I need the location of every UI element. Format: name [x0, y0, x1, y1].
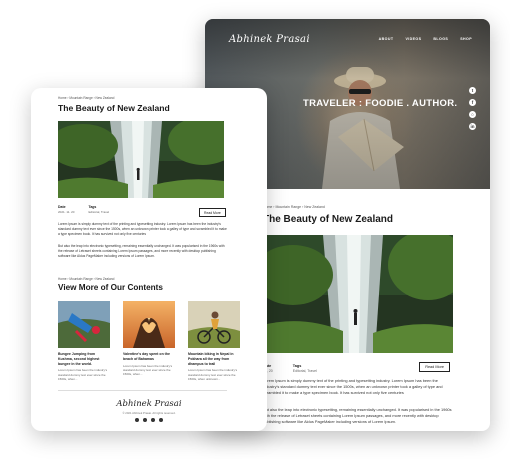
- post-meta: Date 2021. 11. 20 Tags Editorial, Travel: [58, 205, 109, 214]
- nav-blogs[interactable]: BLOGS: [433, 37, 448, 41]
- mountain-bike-photo: [188, 301, 240, 348]
- twitter-icon[interactable]: t: [469, 87, 476, 94]
- post-paragraph-2: But also the leap into electronic typese…: [263, 407, 452, 425]
- related-card[interactable]: Valentine's day spent on the beach of Ba…: [123, 301, 175, 381]
- nav-links: ABOUT VIDEOS BLOGS SHOP: [379, 37, 472, 41]
- waterfall-photo: [58, 121, 224, 198]
- nav-videos[interactable]: VIDEOS: [405, 37, 421, 41]
- beach-heart-photo: [123, 301, 175, 348]
- youtube-icon[interactable]: [151, 418, 155, 422]
- footer-social-links: [31, 418, 267, 422]
- site-logo[interactable]: Abhinek Prasai: [229, 34, 310, 45]
- read-more-button[interactable]: Read More: [419, 362, 450, 372]
- nav-shop[interactable]: SHOP: [460, 37, 472, 41]
- footer-logo[interactable]: Abhinek Prasai: [31, 399, 267, 409]
- breadcrumb: Home › Mountain Range › New Zealand: [263, 205, 325, 209]
- card-title[interactable]: Mountain biking in Nepal in Pokhara all …: [188, 352, 240, 366]
- post-title: The Beauty of New Zealand: [58, 103, 170, 113]
- card-title[interactable]: Bungee Jumping from Kushma, second highe…: [58, 352, 110, 366]
- page-mockup: Home › Mountain Range › New Zealand The …: [31, 88, 267, 431]
- instagram-icon[interactable]: ○: [469, 111, 476, 118]
- post-meta: Date 21, 20 Tags Editorial, Travel: [263, 364, 317, 373]
- hero-tagline: TRAVELER : FOODIE . AUTHOR.: [303, 98, 458, 109]
- card-excerpt: Lorem Ipsum has been the industry's stan…: [58, 368, 108, 381]
- related-posts: Bungee Jumping from Kushma, second highe…: [58, 301, 240, 381]
- post-title: The Beauty of New Zealand: [263, 214, 394, 225]
- instagram-icon[interactable]: [159, 418, 163, 422]
- card-excerpt: Lorem Ipsum has been the industry's stan…: [188, 368, 238, 381]
- top-nav: Abhinek Prasai ABOUT VIDEOS BLOGS SHOP: [205, 19, 490, 59]
- date-value: 2021. 11. 20: [58, 210, 75, 214]
- related-card[interactable]: Bungee Jumping from Kushma, second highe…: [58, 301, 110, 381]
- waterfall-photo: [263, 235, 453, 353]
- twitter-icon[interactable]: [143, 418, 147, 422]
- card-title[interactable]: Valentine's day spent on the beach of Ba…: [123, 352, 175, 362]
- date-label: Date: [58, 205, 66, 209]
- breadcrumb: Home › Mountain Range › New Zealand: [58, 96, 115, 100]
- bungee-photo: [58, 301, 110, 348]
- mockup-stage: Abhinek Prasai ABOUT VIDEOS BLOGS SHOP T…: [0, 0, 510, 459]
- related-card[interactable]: Mountain biking in Nepal in Pokhara all …: [188, 301, 240, 381]
- tags-label: Tags: [88, 205, 97, 209]
- tags-value[interactable]: Editorial, Travel: [293, 369, 317, 373]
- social-links: t f ○ in: [469, 87, 476, 130]
- post-paragraph-1: Lorem Ipsum is simply dummy text of the …: [263, 378, 443, 396]
- nav-about[interactable]: ABOUT: [379, 37, 394, 41]
- facebook-icon[interactable]: [135, 418, 139, 422]
- footer-divider: [58, 390, 227, 391]
- post-paragraph-2: But also the leap into electronic typese…: [58, 244, 225, 258]
- tags-value[interactable]: Editorial, Travel: [88, 210, 109, 214]
- post-paragraph-1: Lorem Ipsum is simply dummy text of the …: [58, 222, 227, 236]
- breadcrumb-secondary: Home › Mountain Range › New Zealand: [58, 277, 115, 281]
- view-more-heading: View More of Our Contents: [58, 283, 163, 292]
- read-more-button[interactable]: Read More: [199, 208, 226, 217]
- linkedin-icon[interactable]: in: [469, 123, 476, 130]
- footer-copyright: © 2021 Abhinek Prasai. All rights reserv…: [122, 411, 176, 415]
- tags-label: Tags: [292, 364, 302, 368]
- card-excerpt: Lorem Ipsum has been the industry's stan…: [123, 363, 173, 377]
- facebook-icon[interactable]: f: [469, 99, 476, 106]
